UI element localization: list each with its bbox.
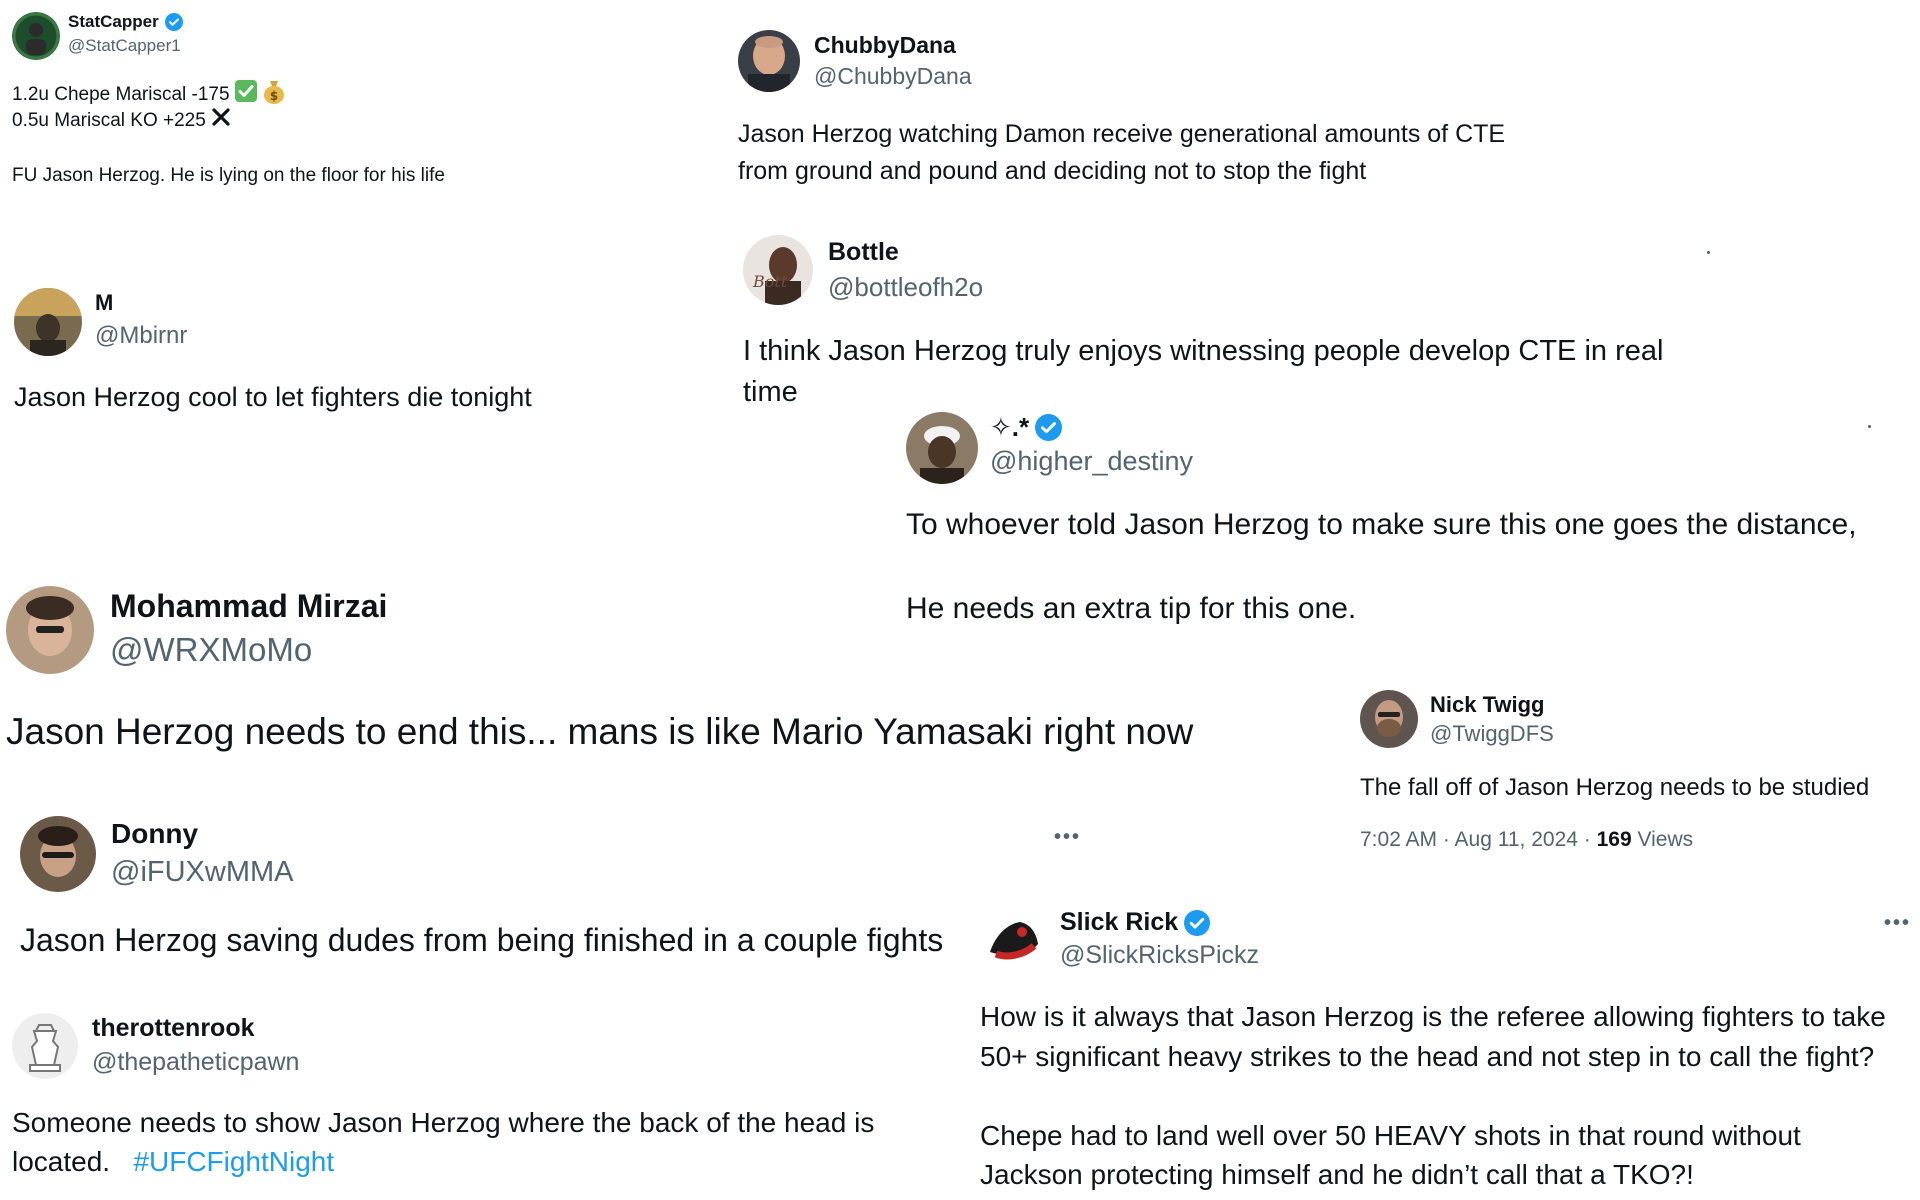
- tweet-text-line: Chepe had to land well over 50 HEAVY sho…: [980, 1120, 1801, 1151]
- money-bag-emoji-icon: $: [262, 78, 286, 112]
- tweet-text-line: from ground and pound and deciding not t…: [738, 157, 1367, 185]
- author-handle[interactable]: @Mbirnr: [95, 322, 187, 350]
- author-name-label: ✧.*: [990, 412, 1030, 442]
- cross-mark-icon: [210, 106, 232, 136]
- avatar[interactable]: [20, 816, 96, 892]
- tweet-text-line: 0.5u Mariscal KO +225: [12, 106, 232, 136]
- verified-badge-icon: [1184, 909, 1211, 936]
- tweet-text-line: time: [743, 376, 798, 408]
- author-handle[interactable]: @bottleofh2o: [828, 272, 983, 303]
- author-name[interactable]: M: [95, 290, 113, 316]
- author-name[interactable]: Mohammad Mirzai: [110, 588, 387, 625]
- views-count: 169: [1596, 828, 1632, 851]
- tweet-text-line: Jason Herzog needs to end this... mans i…: [6, 711, 1194, 752]
- avatar[interactable]: [12, 1013, 78, 1079]
- text-fragment: located.: [12, 1146, 111, 1177]
- author-handle[interactable]: @iFUXwMMA: [111, 856, 293, 889]
- bet-line-1: 1.2u Chepe Mariscal -175: [12, 83, 230, 105]
- tweet-text-line: Jackson protecting himself and he didn’t…: [980, 1159, 1694, 1190]
- author-name-label: StatCapper: [68, 12, 159, 31]
- tweet-text-line: The fall off of Jason Herzog needs to be…: [1360, 774, 1870, 801]
- author-name[interactable]: Donny: [111, 818, 198, 850]
- author-name[interactable]: therottenrook: [92, 1014, 255, 1043]
- tweet-text-line: FU Jason Herzog. He is lying on the floo…: [12, 165, 445, 186]
- author-name[interactable]: ChubbyDana: [814, 32, 956, 59]
- author-name[interactable]: StatCapper: [68, 12, 183, 32]
- svg-text:Bott: Bott: [752, 272, 788, 291]
- timestamp-text: 7:02 AM · Aug 11, 2024 ·: [1360, 828, 1597, 851]
- author-handle[interactable]: @thepatheticpawn: [92, 1048, 299, 1077]
- tweet-text-line: I think Jason Herzog truly enjoys witnes…: [743, 335, 1664, 367]
- separator-dot: [1868, 425, 1871, 428]
- author-name[interactable]: Slick Rick: [1060, 908, 1211, 937]
- tweet-text-line: To whoever told Jason Herzog to make sur…: [906, 508, 1857, 541]
- avatar[interactable]: [982, 908, 1046, 972]
- avatar[interactable]: [12, 12, 60, 60]
- check-mark-emoji-icon: [234, 79, 258, 111]
- avatar[interactable]: [906, 412, 978, 484]
- verified-badge-icon: [164, 13, 183, 31]
- author-handle[interactable]: @higher_destiny: [990, 446, 1193, 477]
- tweet-timestamp[interactable]: 7:02 AM · Aug 11, 2024 · 169 Views: [1360, 828, 1693, 852]
- author-name-label: Slick Rick: [1060, 908, 1179, 936]
- avatar[interactable]: Bott: [743, 235, 813, 305]
- tweet-text-line: Jason Herzog cool to let fighters die to…: [14, 382, 532, 412]
- tweet-text-line: 50+ significant heavy strikes to the hea…: [980, 1041, 1875, 1072]
- author-name[interactable]: ✧.*: [990, 412, 1063, 443]
- author-handle[interactable]: @WRXMoMo: [110, 631, 312, 669]
- tweet-text-line: Someone needs to show Jason Herzog where…: [12, 1107, 875, 1138]
- author-handle[interactable]: @SlickRicksPickz: [1060, 941, 1259, 970]
- author-name[interactable]: Nick Twigg: [1430, 692, 1545, 718]
- verified-badge-icon: [1035, 414, 1063, 441]
- avatar[interactable]: [1360, 690, 1418, 748]
- avatar[interactable]: [6, 586, 94, 674]
- tweet-text-line: He needs an extra tip for this one.: [906, 592, 1357, 625]
- avatar[interactable]: [14, 288, 82, 356]
- views-label: Views: [1631, 828, 1694, 851]
- tweet-text-line: How is it always that Jason Herzog is th…: [980, 1001, 1886, 1032]
- author-name[interactable]: Bottle: [828, 238, 899, 267]
- tweet-text-line: Jason Herzog saving dudes from being fin…: [20, 922, 944, 958]
- bet-line-2: 0.5u Mariscal KO +225: [12, 109, 206, 131]
- author-handle[interactable]: @StatCapper1: [68, 36, 181, 56]
- separator-dot: [1707, 251, 1710, 254]
- avatar[interactable]: [738, 30, 800, 92]
- hashtag-link[interactable]: #UFCFightNight: [133, 1146, 334, 1177]
- more-options-icon[interactable]: •••: [1054, 826, 1081, 849]
- tweet-text-line: located. #UFCFightNight: [12, 1144, 334, 1180]
- author-handle[interactable]: @TwiggDFS: [1430, 721, 1554, 747]
- more-options-icon[interactable]: •••: [1884, 912, 1911, 935]
- author-handle[interactable]: @ChubbyDana: [814, 63, 972, 90]
- svg-text:$: $: [269, 89, 277, 103]
- tweet-text-line: Jason Herzog watching Damon receive gene…: [738, 120, 1506, 148]
